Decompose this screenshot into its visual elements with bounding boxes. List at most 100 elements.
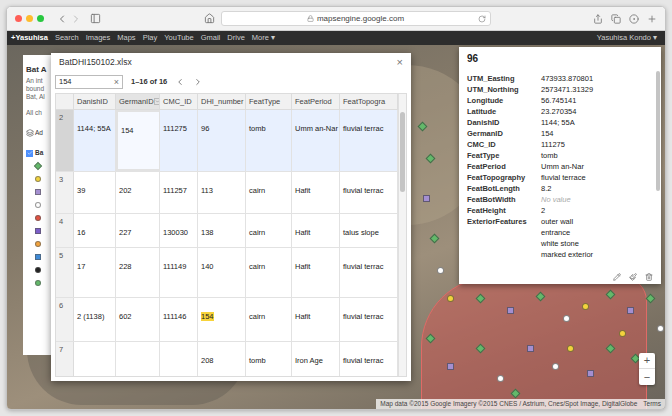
user-menu[interactable]: Yasuhisa Kondo ▾ xyxy=(597,34,661,42)
home-icon[interactable] xyxy=(204,13,215,24)
map-marker[interactable] xyxy=(552,363,559,370)
table-cell[interactable]: talus slope xyxy=(340,214,398,247)
row-number[interactable]: 3 xyxy=(56,172,74,213)
table-cell[interactable]: 227 xyxy=(116,214,160,247)
google-bar-link[interactable]: More ▾ xyxy=(252,34,275,42)
table-row[interactable]: 517228111149140cairnHafitfluvial terrac xyxy=(56,248,398,298)
row-number[interactable]: 7 xyxy=(56,342,74,377)
table-cell[interactable]: 111257 xyxy=(160,172,198,213)
map-marker[interactable] xyxy=(497,375,504,382)
details-scrollbar[interactable] xyxy=(656,69,661,269)
column-header[interactable]: DHI_number xyxy=(198,94,246,109)
table-cell[interactable]: fluvial terrac xyxy=(340,248,398,297)
table-cell[interactable]: 140 xyxy=(198,248,246,297)
zoom-out-button[interactable]: − xyxy=(639,369,655,385)
table-cell[interactable]: 154 xyxy=(116,110,160,171)
table-cell[interactable]: 111149 xyxy=(160,248,198,297)
legend-symbol[interactable] xyxy=(35,267,41,273)
close-dot-icon[interactable] xyxy=(15,15,22,22)
table-row[interactable]: 416227130030138cairnHafittalus slope xyxy=(56,214,398,248)
table-row[interactable]: 21144; 55A15411127596tombUmm an-Narfluvi… xyxy=(56,110,398,172)
row-number[interactable]: 4 xyxy=(56,214,74,247)
google-bar-link[interactable]: +Yasuhisa xyxy=(11,34,48,42)
table-cell[interactable]: Hafit xyxy=(292,248,340,297)
table-cell[interactable]: Hafit xyxy=(292,214,340,247)
table-cell[interactable]: 17 xyxy=(74,248,116,297)
legend-symbol[interactable] xyxy=(35,280,41,286)
table-cell[interactable]: 208 xyxy=(198,342,246,377)
table-cell[interactable]: 154 xyxy=(198,298,246,341)
table-cell[interactable]: fluvial terrac xyxy=(340,172,398,213)
map-marker[interactable] xyxy=(657,325,664,332)
reload-icon[interactable] xyxy=(478,15,486,23)
map-marker[interactable] xyxy=(646,294,656,304)
url-field[interactable]: mapsengine.google.com xyxy=(221,11,491,26)
column-header[interactable]: GermanID xyxy=(116,94,160,109)
column-header[interactable]: FeatType xyxy=(246,94,292,109)
map-marker[interactable] xyxy=(563,315,570,322)
table-cell[interactable]: cairn xyxy=(246,248,292,297)
layer-row[interactable]: Ba xyxy=(26,149,51,157)
table-row[interactable]: 7208tombIron Agefluvial terrac xyxy=(56,342,398,377)
table-cell[interactable]: tomb xyxy=(246,342,292,377)
table-cell[interactable] xyxy=(116,342,160,377)
scrollbar-thumb[interactable] xyxy=(656,71,660,191)
table-row[interactable]: 339202111257113cairnHafitfluvial terrac xyxy=(56,172,398,214)
legend-symbol[interactable] xyxy=(35,228,41,234)
tabs-icon[interactable] xyxy=(611,14,621,24)
table-cell[interactable]: cairn xyxy=(246,172,292,213)
legend-symbol[interactable] xyxy=(35,254,41,260)
map-marker[interactable] xyxy=(567,345,574,352)
legend-symbol[interactable] xyxy=(35,215,41,221)
table-cell[interactable]: tomb xyxy=(246,110,292,171)
table-cell[interactable]: 96 xyxy=(198,110,246,171)
map-marker[interactable] xyxy=(430,234,440,244)
table-scrollbar[interactable] xyxy=(398,94,406,376)
table-cell[interactable]: cairn xyxy=(246,214,292,247)
table-cell[interactable]: 138 xyxy=(198,214,246,247)
share-icon[interactable] xyxy=(593,14,603,24)
column-header[interactable]: DanishID xyxy=(74,94,116,109)
layer-checkbox[interactable] xyxy=(26,150,33,157)
google-bar-link[interactable]: Gmail xyxy=(201,34,221,42)
previous-result-icon[interactable] xyxy=(175,77,185,87)
table-cell[interactable]: 111275 xyxy=(160,110,198,171)
table-cell[interactable]: 111146 xyxy=(160,298,198,341)
table-cell[interactable]: Umm an-Nar xyxy=(292,110,340,171)
zoom-dot-icon[interactable] xyxy=(37,15,44,22)
map-marker[interactable] xyxy=(587,370,594,377)
map-marker[interactable] xyxy=(423,195,430,202)
minimize-dot-icon[interactable] xyxy=(26,15,33,22)
map-marker[interactable] xyxy=(447,363,454,370)
delete-icon[interactable] xyxy=(645,273,653,281)
back-icon[interactable] xyxy=(56,13,68,25)
legend-symbol[interactable] xyxy=(35,176,41,182)
legend-symbol[interactable] xyxy=(35,189,41,195)
extension-icon[interactable] xyxy=(629,14,639,24)
map-marker[interactable] xyxy=(507,307,514,314)
google-bar-link[interactable]: Images xyxy=(86,34,111,42)
table-cell[interactable]: fluvial terrac xyxy=(340,110,398,171)
table-cell[interactable]: 228 xyxy=(116,248,160,297)
sidebar-icon[interactable] xyxy=(90,13,101,24)
zoom-in-button[interactable]: + xyxy=(639,353,655,369)
map-marker[interactable] xyxy=(582,303,589,310)
legend-symbol[interactable] xyxy=(34,162,42,170)
table-row[interactable]: 62 (1138)602111146154cairnHafitfluvial t… xyxy=(56,298,398,342)
row-number[interactable]: 5 xyxy=(56,248,74,297)
google-bar-link[interactable]: Play xyxy=(143,34,158,42)
table-cell[interactable]: 113 xyxy=(198,172,246,213)
google-bar-link[interactable]: Search xyxy=(55,34,79,42)
edit-icon[interactable] xyxy=(613,273,621,281)
table-cell[interactable]: Hafit xyxy=(292,298,340,341)
clear-search-button[interactable]: × xyxy=(114,78,119,87)
close-button[interactable]: × xyxy=(397,57,403,68)
google-bar-link[interactable]: Maps xyxy=(117,34,135,42)
table-cell[interactable]: fluvial terrac xyxy=(340,342,398,377)
forward-icon[interactable] xyxy=(70,13,82,25)
map-marker[interactable] xyxy=(527,345,534,352)
table-cell[interactable]: 39 xyxy=(74,172,116,213)
scrollbar-thumb[interactable] xyxy=(400,112,405,192)
table-cell[interactable]: fluvial terrac xyxy=(340,298,398,341)
google-bar-link[interactable]: Drive xyxy=(227,34,245,42)
